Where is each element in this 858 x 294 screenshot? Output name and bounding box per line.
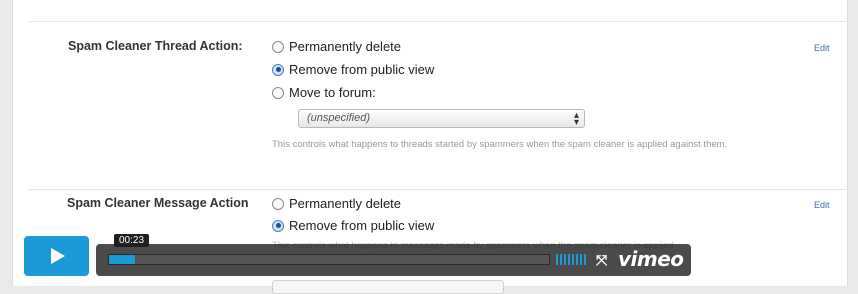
message-action-edit-link[interactable]: Edit (814, 200, 830, 210)
thread-action-label: Spam Cleaner Thread Action: (68, 39, 243, 53)
divider (28, 189, 846, 190)
forum-select[interactable]: (unspecified) ▴ ▾ (298, 109, 585, 128)
radio-button[interactable] (272, 197, 284, 210)
option-label: Permanently delete (289, 39, 402, 54)
progress-bar[interactable] (108, 254, 550, 265)
option-label: Move to forum: (289, 85, 376, 100)
thread-option-move-to-forum[interactable]: Move to forum: (272, 85, 376, 100)
radio-button[interactable] (272, 40, 284, 53)
message-option-delete[interactable]: Permanently delete (272, 196, 401, 211)
message-forum-select[interactable] (272, 280, 504, 294)
timecode-tooltip: 00:23 (114, 234, 150, 247)
progress-fill (109, 255, 136, 264)
radio-button-checked[interactable] (272, 219, 284, 232)
vimeo-logo[interactable]: vimeo (618, 247, 684, 271)
thread-action-edit-link[interactable]: Edit (814, 43, 830, 53)
forum-select-value: (unspecified) (307, 112, 370, 124)
fullscreen-icon[interactable]: ⤧ (596, 252, 607, 269)
option-label: Remove from public view (289, 218, 435, 233)
player-control-bar: ⤧ vimeo (96, 244, 691, 276)
select-arrows-icon: ▴ ▾ (573, 110, 579, 128)
option-label: Remove from public view (289, 62, 435, 77)
option-label: Permanently delete (289, 196, 402, 211)
radio-button-checked[interactable] (272, 63, 284, 76)
volume-icon[interactable] (556, 254, 586, 265)
message-action-label: Spam Cleaner Message Action (67, 196, 249, 210)
message-option-remove-public[interactable]: Remove from public view (272, 218, 434, 233)
divider (28, 21, 846, 22)
thread-option-remove-public[interactable]: Remove from public view (272, 62, 434, 77)
play-button[interactable] (24, 236, 89, 276)
radio-button[interactable] (272, 86, 284, 99)
thread-option-delete[interactable]: Permanently delete (272, 39, 401, 54)
thread-action-description: This controls what happens to threads st… (272, 139, 728, 150)
play-icon (50, 248, 65, 264)
